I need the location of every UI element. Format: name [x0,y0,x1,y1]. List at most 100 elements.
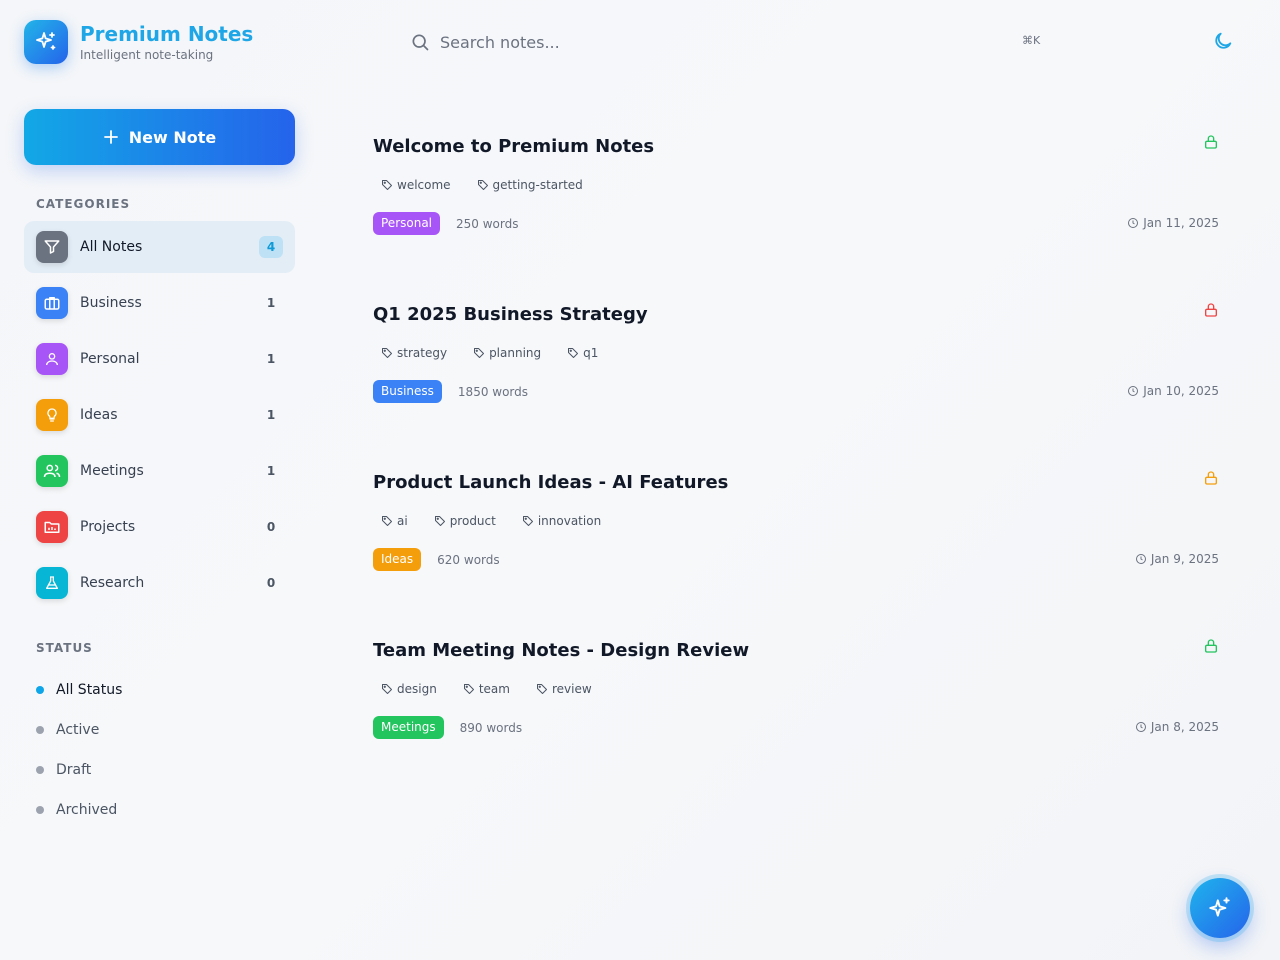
tag[interactable]: team [463,682,510,696]
category-count: 1 [266,408,276,422]
tag-icon [477,180,488,190]
clock-icon [1128,386,1139,396]
note-title: Product Launch Ideas - AI Features [373,472,729,493]
note-card[interactable]: Product Launch Ideas - AI Features ai pr… [373,448,1219,616]
tag[interactable]: q1 [567,346,598,360]
top-bar: ⌘K [400,20,1280,64]
date-label: Jan 9, 2025 [1150,552,1219,566]
word-count: 250 words [456,216,519,231]
date-label: Jan 11, 2025 [1143,216,1219,230]
search-icon [410,32,430,56]
tag-label: ai [397,514,408,528]
new-note-button[interactable]: New Note [24,109,295,165]
status-label: All Status [56,682,123,698]
status-item-draft[interactable]: Draft [36,750,122,790]
category-item-research[interactable]: Research 0 [24,557,295,609]
tag-label: review [551,682,592,696]
briefcase-icon [36,287,68,319]
status-dot [36,686,44,694]
note-card[interactable]: Q1 2025 Business Strategy strategy plann… [373,280,1219,448]
note-date: Jan 8, 2025 [1135,720,1219,734]
tag[interactable]: getting-started [477,178,583,192]
note-tags: design team review [381,682,592,696]
tag[interactable]: design [381,682,437,696]
clock-icon [1128,218,1139,228]
tag-icon [522,516,533,526]
flask-icon [36,567,68,599]
lock-icon[interactable] [1203,134,1219,154]
note-date: Jan 9, 2025 [1135,552,1219,566]
note-meta: Ideas 620 words [373,548,500,571]
tag[interactable]: planning [473,346,541,360]
note-meta: Personal 250 words [373,212,518,235]
note-tags: strategy planning q1 [381,346,598,360]
category-label: All Notes [80,239,143,255]
tag-icon [382,684,392,694]
status-label: Active [56,722,100,738]
tag[interactable]: strategy [381,346,447,360]
tag[interactable]: welcome [381,178,451,192]
note-tags: welcome getting-started [381,178,583,192]
status-heading: STATUS [36,641,93,655]
tag[interactable]: ai [381,514,408,528]
category-item-personal[interactable]: Personal 1 [24,333,295,385]
category-label: Projects [80,519,136,535]
category-badge: Business [373,380,442,403]
note-title: Q1 2025 Business Strategy [373,304,648,325]
status-item-active[interactable]: Active [36,710,122,750]
search-input[interactable] [400,20,1050,64]
category-badge: Ideas [373,548,422,571]
category-count: 4 [259,236,283,258]
category-count: 1 [266,464,276,478]
lightbulb-icon [36,399,68,431]
category-item-projects[interactable]: Projects 0 [24,501,295,553]
category-item-business[interactable]: Business 1 [24,277,295,329]
note-card[interactable]: Team Meeting Notes - Design Review desig… [373,616,1219,784]
category-label: Ideas [80,407,118,423]
status-item-all[interactable]: All Status [36,670,122,710]
status-dot [36,766,44,774]
tag[interactable]: product [434,514,496,528]
tag-icon [382,180,392,190]
users-icon [36,455,68,487]
theme-toggle-button[interactable] [1212,30,1238,56]
note-meta: Meetings 890 words [373,716,522,739]
plus-icon [103,130,118,144]
lock-icon[interactable] [1203,470,1219,490]
status-label: Archived [56,802,118,818]
word-count: 890 words [459,720,523,735]
tag[interactable]: innovation [522,514,601,528]
note-tags: ai product innovation [381,514,601,528]
note-date: Jan 11, 2025 [1127,216,1219,230]
category-label: Meetings [80,463,144,479]
category-item-ideas[interactable]: Ideas 1 [24,389,295,441]
word-count: 620 words [437,552,500,567]
category-count: 0 [266,520,276,534]
filter-icon [36,231,68,263]
ai-assistant-button[interactable] [1190,878,1250,938]
category-label: Research [80,575,145,591]
lock-icon[interactable] [1203,638,1219,658]
status-item-archived[interactable]: Archived [36,790,122,830]
category-count: 1 [266,296,276,310]
sparkles-icon [1209,897,1230,917]
category-count: 1 [266,352,276,366]
moon-icon [1215,32,1232,49]
tag[interactable]: review [536,682,592,696]
sidebar: Premium Notes Intelligent note-taking Ne… [0,0,320,960]
tag-label: product [449,514,496,528]
category-item-all-notes[interactable]: All Notes 4 [24,221,295,273]
note-card[interactable]: Welcome to Premium Notes welcome getting… [373,112,1219,280]
new-note-label: New Note [128,127,217,147]
category-badge: Meetings [373,716,444,739]
tag-label: strategy [397,346,448,360]
note-date: Jan 10, 2025 [1127,384,1219,398]
category-item-meetings[interactable]: Meetings 1 [24,445,295,497]
category-list: All Notes 4 Business 1 Personal 1 Ideas … [24,221,295,613]
status-label: Draft [56,762,92,778]
status-list: All Status Active Draft Archived [36,670,122,830]
lock-icon[interactable] [1203,302,1219,322]
tag-icon [568,348,579,358]
categories-heading: CATEGORIES [36,197,131,211]
tag-label: design [397,682,437,696]
